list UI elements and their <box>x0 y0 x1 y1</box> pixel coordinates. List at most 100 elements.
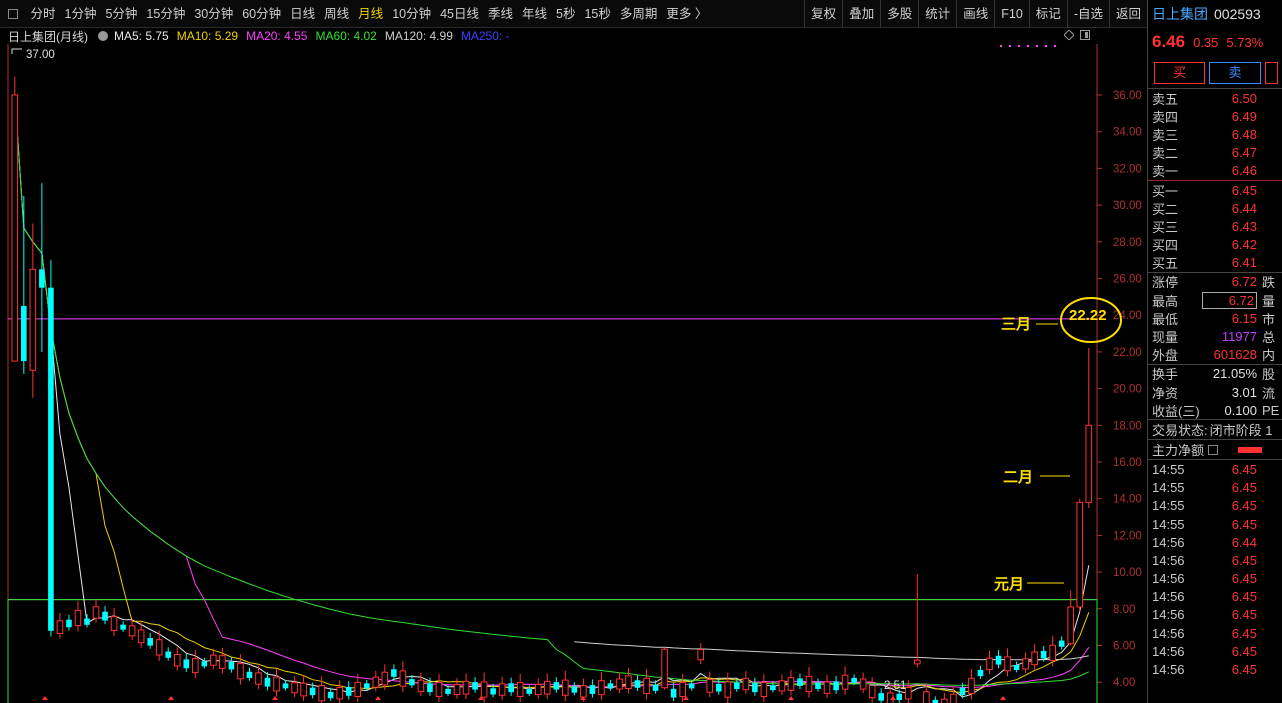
period-tab[interactable]: 5分钟 <box>101 0 142 28</box>
row-label: 卖五 <box>1152 91 1179 107</box>
quote-row: 卖四 6.49 <box>1148 107 1282 125</box>
buy-button[interactable]: 买 <box>1154 62 1206 84</box>
candle-body <box>165 651 172 658</box>
period-tab[interactable]: 季线 <box>484 0 518 28</box>
row-label: 卖四 <box>1152 109 1179 125</box>
row-value: 6.45 <box>1231 461 1257 477</box>
y-tick-label: 24.00 <box>1113 310 1142 322</box>
time-marker <box>375 696 381 700</box>
candle-body <box>183 659 190 669</box>
row-label: 14:56 <box>1152 571 1185 587</box>
period-tab[interactable]: 月线 <box>354 0 388 28</box>
candle-body <box>770 685 776 691</box>
quote-row: 买一 6.45 <box>1148 181 1282 199</box>
candle-body <box>742 677 750 691</box>
candle-body <box>255 672 262 685</box>
period-tab[interactable]: 周线 <box>320 0 354 28</box>
period-tab[interactable]: 30分钟 <box>190 0 238 28</box>
row-label: 14:56 <box>1152 534 1185 550</box>
toolbar-button[interactable]: 返回 <box>1108 0 1147 28</box>
candle-body <box>625 675 632 690</box>
toolbar-button[interactable]: 复权 <box>804 0 842 28</box>
row-value: 21.05% <box>1212 366 1257 382</box>
quote-row: 卖三 6.48 <box>1148 125 1282 143</box>
period-tab[interactable]: 分时 <box>26 0 60 28</box>
candle-body <box>616 678 623 690</box>
period-tab[interactable]: 5秒 <box>552 0 580 28</box>
toolbar-button[interactable]: 标记 <box>1028 0 1067 28</box>
ma5-line <box>14 94 1090 698</box>
y-tick-label: 28.00 <box>1113 237 1142 249</box>
quote-row: 卖五 6.50 <box>1148 89 1282 107</box>
ma-legend-item: MA10: 5.29 <box>176 29 239 43</box>
toolbar-button[interactable]: F10 <box>994 0 1029 28</box>
row-value: 6.45 <box>1231 498 1257 514</box>
candle-body <box>896 693 903 700</box>
candle-body <box>120 624 126 630</box>
row-extra: PE <box>1262 402 1280 418</box>
candle-body <box>219 655 226 669</box>
stats2-list: 换手 21.05% 股净资 3.01 流收益(三) 0.100 PE <box>1148 363 1282 420</box>
candle-body <box>986 657 993 671</box>
quote-row: 14:56 6.45 <box>1148 624 1282 642</box>
period-tab[interactable]: 更多 〉 <box>662 0 712 28</box>
candle-body <box>914 659 921 665</box>
row-value: 6.45 <box>1231 571 1257 587</box>
candle-body <box>1067 606 1075 645</box>
toolbar-button[interactable]: 多股 <box>880 0 918 28</box>
period-tab[interactable]: 1分钟 <box>60 0 101 28</box>
toolbar-button[interactable]: 画线 <box>956 0 994 28</box>
row-value: 6.45 <box>1231 182 1257 198</box>
candle-body <box>327 691 334 699</box>
diamond-icon[interactable] <box>1063 29 1075 41</box>
trade-status-value: 闭市阶段 1 <box>1209 423 1273 439</box>
y-tick-label: 32.00 <box>1113 163 1142 175</box>
candle-body <box>318 685 325 702</box>
period-tab[interactable]: 15秒 <box>580 0 615 28</box>
toolbar-button[interactable]: -自选 <box>1066 0 1109 28</box>
stock-name: 日上集团 <box>1152 6 1208 22</box>
period-tab[interactable]: 45日线 <box>436 0 484 28</box>
bid-list: 买一 6.45 买二 6.44 买三 6.43 买四 6.42 买五 6.41 <box>1148 179 1282 272</box>
dot-marker <box>1009 45 1011 47</box>
quote-row: 最高 6.72 量 <box>1148 291 1282 309</box>
time-marker <box>272 696 278 700</box>
period-tab[interactable]: 多周期 <box>615 0 662 28</box>
period-tab[interactable]: 日线 <box>286 0 320 28</box>
row-extra: 总 <box>1262 330 1276 346</box>
y-tick-label: 26.00 <box>1113 274 1142 286</box>
list-icon[interactable] <box>1208 444 1219 455</box>
ma-legend-item: MA5: 5.75 <box>114 29 169 43</box>
candle-body <box>102 611 108 621</box>
dot-marker <box>1054 45 1056 47</box>
expand-icon[interactable] <box>1080 29 1090 40</box>
period-tab[interactable]: 10分钟 <box>388 0 436 28</box>
main-flow[interactable]: 主力净额 <box>1148 439 1282 459</box>
period-tab[interactable]: 年线 <box>518 0 552 28</box>
candle-body <box>688 683 695 689</box>
candle-body <box>508 683 514 693</box>
sell-button[interactable]: 卖 <box>1209 62 1261 84</box>
period-tab[interactable]: 60分钟 <box>238 0 286 28</box>
ma60-line <box>14 94 1090 686</box>
settings-circle-icon[interactable] <box>98 31 108 41</box>
quote-panel: 日上集团 002593 6.46 0.35 5.73% 买 卖 卖五 6.50 卖四… <box>1147 0 1282 703</box>
period-tab[interactable]: 15分钟 <box>142 0 190 28</box>
quote-row: 涨停 6.72 跌 <box>1148 273 1282 291</box>
candle-body <box>264 677 271 687</box>
quote-row: 14:56 6.45 <box>1148 660 1282 678</box>
trade-status: 交易状态: 闭市阶段 1 <box>1148 419 1282 439</box>
sidebar-toggle-icon[interactable] <box>0 0 26 28</box>
quote-row: 14:56 6.45 <box>1148 551 1282 569</box>
trade-status-label: 交易状态: <box>1152 423 1208 439</box>
more-button[interactable] <box>1264 62 1278 84</box>
row-label: 买二 <box>1152 201 1179 217</box>
toolbar-button[interactable]: 叠加 <box>842 0 880 28</box>
toolbar-button[interactable]: 统计 <box>918 0 956 28</box>
candle-body <box>336 687 343 700</box>
y-tick-label: 8.00 <box>1113 604 1135 616</box>
row-label: 14:56 <box>1152 662 1185 678</box>
row-extra: 内 <box>1262 348 1276 364</box>
y-tick-label: 30.00 <box>1113 200 1142 212</box>
kline-chart[interactable]: 36.00 34.00 32.00 30.00 28.00 26.00 24.00 22.00… <box>0 44 1147 703</box>
